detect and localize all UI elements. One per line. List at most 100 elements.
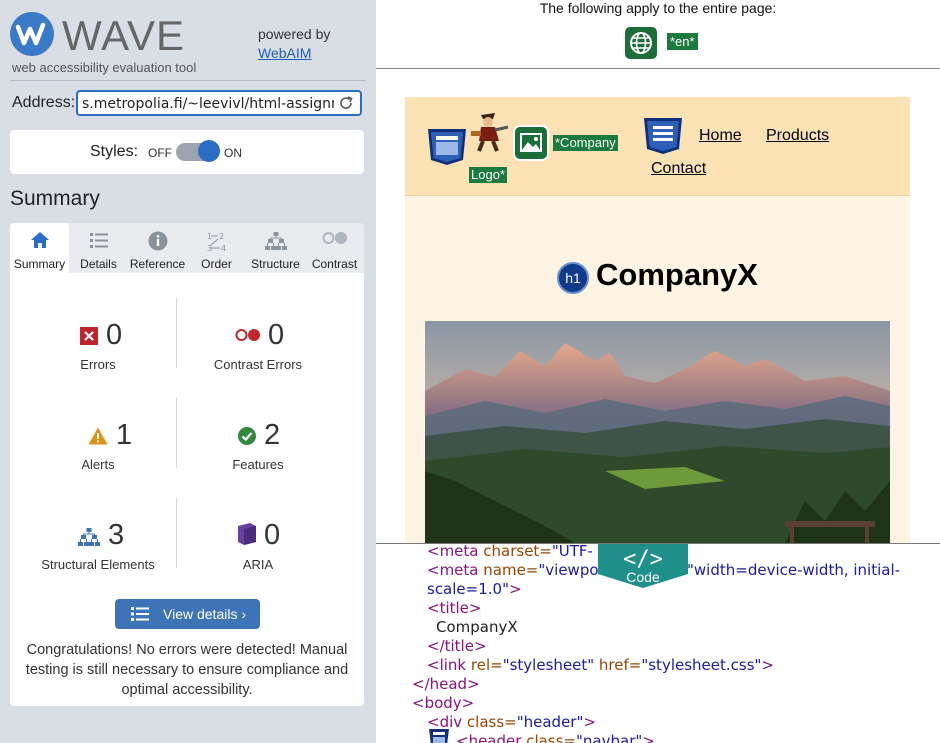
contrast-errors-label: Contrast Errors [213,357,303,372]
order-icon: 1 23 4 [207,232,226,253]
styles-toggle-switch[interactable] [176,140,220,162]
code-line: </head> [412,675,480,693]
errors-stat[interactable]: 0 Errors [18,319,178,375]
list-icon [89,233,108,248]
nav-link-products[interactable]: Products [766,127,829,145]
wave-wordmark: WAVE [62,12,186,59]
alerts-stat[interactable]: 1 Alerts [18,419,178,475]
alert-icon [88,427,108,445]
tab-order[interactable]: 1234 Order [187,223,246,273]
wave-logo-icon [10,12,54,56]
structural-label: Structural Elements [41,557,155,572]
address-input[interactable] [82,94,334,114]
structural-count: 3 [108,519,125,551]
contrast-errors-stat[interactable]: 0 Contrast Errors [178,319,338,375]
code-line: <div class="header"> [427,713,596,731]
tab-summary[interactable]: Summary [10,223,69,273]
image-icon[interactable] [513,125,549,161]
code-line: scale=1.0"> [427,580,522,598]
wave-sidebar: WAVE web accessibility evaluation tool p… [0,0,376,743]
nav-link-home[interactable]: Home [699,127,742,145]
features-count: 2 [264,419,281,451]
features-label: Features [232,457,284,472]
structural-elements-stat[interactable]: 3 Structural Elements [18,519,178,575]
alt-text-badge: Logo* [469,167,507,183]
code-line: <meta name="viewpo [427,561,599,579]
contrast-error-icon [235,329,260,341]
toggle-knob[interactable] [198,140,220,162]
code-tab-label: Code [626,569,660,585]
tab-label: Contrast [311,257,358,271]
contrast-errors-count: 0 [268,319,285,351]
code-line: <meta charset="UTF- [427,544,593,560]
tab-contrast[interactable]: Contrast [305,223,364,273]
header-region-icon [429,729,449,743]
header-region-icon[interactable] [427,126,467,166]
tab-label: Details [80,257,117,271]
tab-label: Reference [129,257,186,271]
tab-details[interactable]: Details [69,223,128,273]
info-icon [148,231,167,251]
contrast-icon [322,232,347,244]
view-details-button[interactable]: View details › [115,599,260,629]
code-line: "width=device-width, initial- [687,561,901,579]
nav-link-contact[interactable]: Contact [651,160,706,178]
tab-reference[interactable]: Reference [128,223,187,273]
styles-toggle-card: Styles: OFF ON [10,130,364,174]
tab-structure[interactable]: Structure [246,223,305,273]
alerts-label: Alerts [81,457,115,472]
code-line: CompanyX [436,618,518,636]
logo-image [471,113,509,152]
language-icon[interactable] [625,27,657,59]
address-label: Address: [12,94,76,111]
page-level-note: The following apply to the entire page: [539,0,777,16]
webaim-link[interactable]: WebAIM [258,45,311,61]
congratulations-message: Congratulations! No errors were detected… [25,642,349,698]
code-line: <link rel="stylesheet" href="stylesheet.… [427,656,774,674]
language-badge: *en* [667,33,698,50]
view-details-label: View details › [163,606,247,622]
divider [10,80,366,81]
styles-off-label: OFF [148,146,172,160]
code-line: <body> [412,694,475,712]
list-icon [131,607,149,621]
tab-label: Order [201,257,232,271]
error-icon [80,327,98,345]
features-stat[interactable]: 2 Features [178,419,338,475]
svg-text:4: 4 [221,244,226,253]
code-line: <header class="navbar"> [456,732,655,743]
aria-count: 0 [264,519,281,551]
errors-label: Errors [80,357,116,372]
summary-panel: 0 Errors 0 Contrast Errors 1 Alerts 2 Fe… [10,273,364,706]
page-preview: *Company Logo* Home Products Contact h1 … [405,97,910,543]
preview-header: *Company Logo* Home Products Contact [405,97,910,196]
styles-on-label: ON [224,146,242,160]
navigation-icon[interactable] [643,115,683,155]
address-field[interactable] [76,90,362,116]
aria-icon [238,523,256,545]
home-icon [30,232,49,248]
aria-label: ARIA [242,557,274,572]
errors-count: 0 [106,319,123,351]
tab-label: Structure [251,257,300,271]
reload-icon[interactable] [338,95,354,111]
structure-icon [78,528,100,546]
alerts-count: 1 [116,419,133,451]
panel-tabs: Summary Details Reference 1234 Order Str… [10,223,364,273]
divider [376,68,940,69]
h1-icon[interactable]: h1 [557,262,589,294]
alt-text-badge: *Company [553,135,618,151]
code-toggle-tab[interactable]: </> Code [598,544,688,588]
aria-stat[interactable]: 0 ARIA [178,519,338,575]
code-line: <title> [427,599,482,617]
code-line: </title> [427,637,487,655]
feature-icon [238,427,256,445]
styles-label: Styles: [90,143,139,160]
structure-icon [264,232,287,250]
page-heading: CompanyX [596,257,758,292]
wave-tagline: web accessibility evaluation tool [12,60,197,75]
powered-by-text: powered by [258,26,331,42]
tab-label: Summary [13,257,66,271]
summary-heading: Summary [10,187,100,210]
hero-image [425,321,890,543]
